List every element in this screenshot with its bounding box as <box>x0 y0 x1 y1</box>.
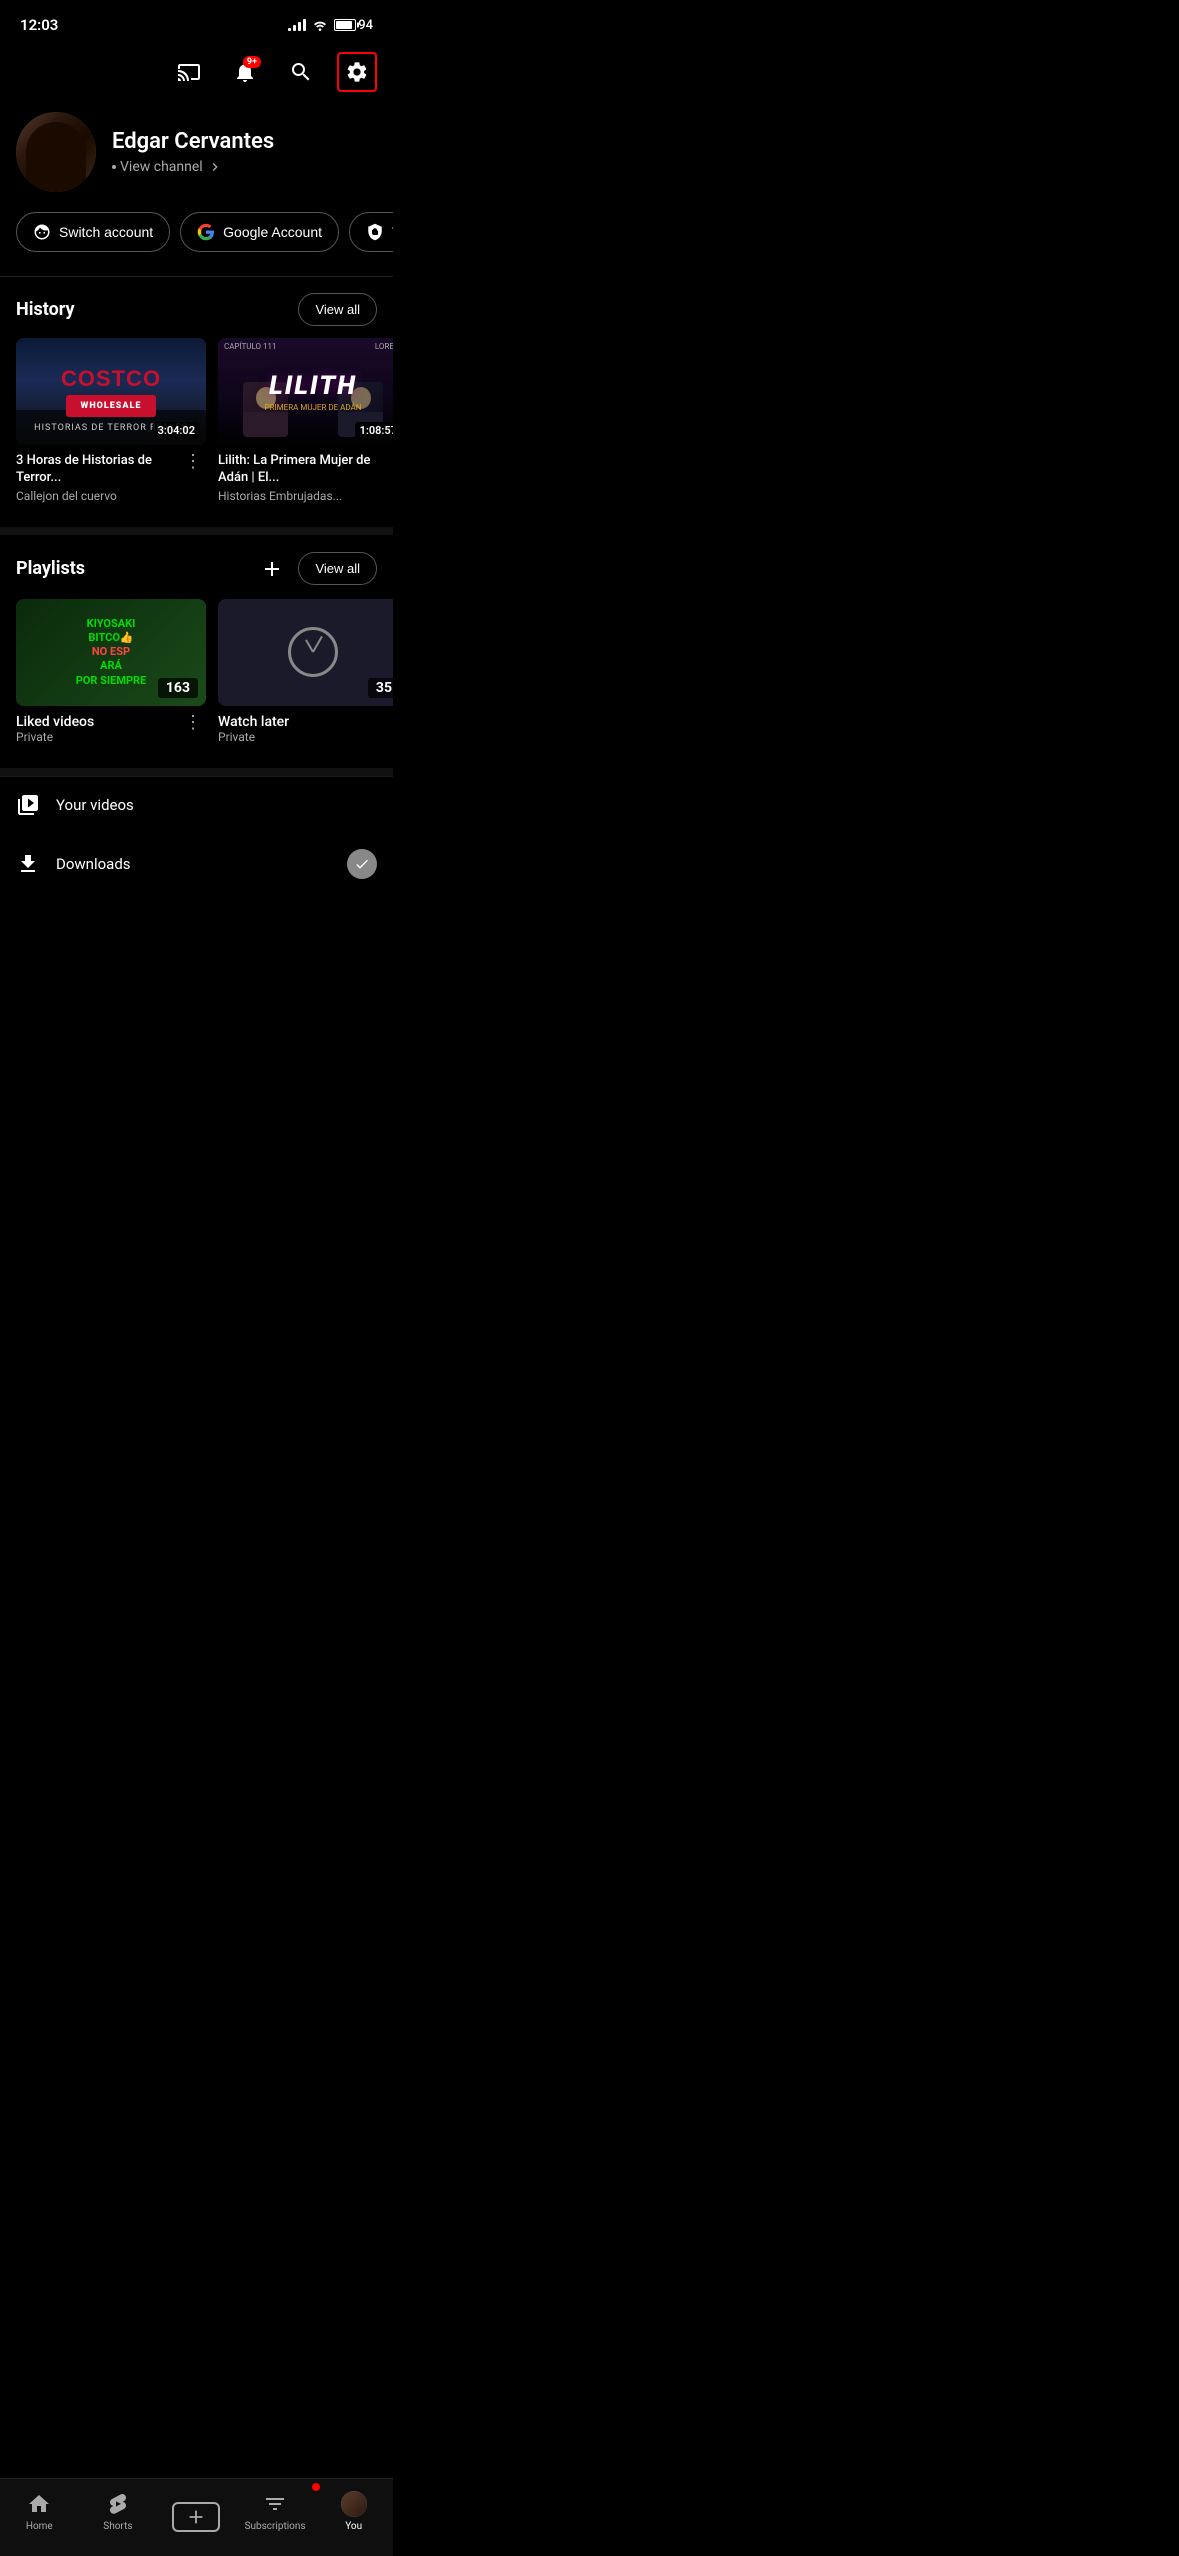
playlist-card[interactable]: KIYOSAKIBITCO👍NO ESPARÁPOR SIEMPRE 163 L… <box>16 599 206 744</box>
video-info: 3 Horas de Historias de Terror... Callej… <box>16 453 206 503</box>
google-account-label: Google Account <box>223 224 322 240</box>
shorts-icon <box>105 2491 131 2517</box>
history-video-card[interactable]: LILITH PRIMERA MUJER DE ADÁN CAPÍTULO 11… <box>218 338 393 503</box>
your-videos-menu-item[interactable]: Your videos <box>0 776 393 833</box>
history-title: History <box>16 299 75 320</box>
playlists-list: KIYOSAKIBITCO👍NO ESPARÁPOR SIEMPRE 163 L… <box>0 599 393 768</box>
video-more-button[interactable]: ⋮ <box>180 453 206 471</box>
playlist-info: Watch later Private ⋮ <box>218 714 393 744</box>
wifi-icon <box>312 19 328 31</box>
playlist-card[interactable]: 35 Watch later Private ⋮ <box>218 599 393 744</box>
search-button[interactable] <box>281 52 321 92</box>
chevron-right-icon <box>207 159 223 175</box>
battery-indicator: 94 <box>334 18 373 33</box>
signal-icon <box>288 19 306 31</box>
playlist-privacy: Private <box>218 730 289 744</box>
view-channel-label: View channel <box>120 159 203 175</box>
toolbar: 9+ <box>0 44 393 100</box>
notification-badge: 9+ <box>243 56 261 68</box>
section-divider <box>0 527 393 535</box>
nav-add[interactable] <box>157 2498 236 2536</box>
you-label: You <box>345 2521 362 2532</box>
history-view-all-button[interactable]: View all <box>298 293 377 326</box>
nav-home[interactable]: Home <box>0 2487 79 2536</box>
status-icons: 94 <box>288 18 373 33</box>
nav-you[interactable]: You <box>314 2487 393 2536</box>
downloads-menu-item[interactable]: Downloads <box>0 833 393 895</box>
playlist-thumbnail: KIYOSAKIBITCO👍NO ESPARÁPOR SIEMPRE 163 <box>16 599 206 706</box>
playlist-more-button[interactable]: ⋮ <box>180 714 206 732</box>
video-more-button[interactable]: ⋮ <box>382 453 393 471</box>
turn-on-incognito-label: Turn on Inc <box>392 224 393 240</box>
video-duration: 3:04:02 <box>153 422 200 439</box>
dot-decorator <box>112 165 116 169</box>
downloads-label: Downloads <box>56 855 331 873</box>
battery-level: 94 <box>358 18 373 33</box>
add-icon <box>260 557 284 581</box>
playlist-count: 35 <box>368 678 393 698</box>
play-icon <box>16 793 40 817</box>
switch-account-button[interactable]: Switch account <box>16 212 170 252</box>
playlist-privacy: Private <box>16 730 94 744</box>
incognito-icon <box>366 223 384 241</box>
home-label: Home <box>26 2521 53 2532</box>
avatar[interactable] <box>16 112 96 192</box>
video-channel: Historias Embrujadas... <box>218 489 382 503</box>
history-section-header: History View all <box>0 277 393 338</box>
your-videos-label: Your videos <box>56 796 377 814</box>
turn-on-incognito-button[interactable]: Turn on Inc <box>349 212 393 252</box>
subscriptions-icon <box>262 2491 288 2517</box>
video-channel: Callejon del cuervo <box>16 489 180 503</box>
profile-name: Edgar Cervantes <box>112 129 377 155</box>
playlist-title: Liked videos <box>16 714 94 730</box>
bottom-navigation: Home Shorts Subscriptions <box>0 2478 393 2556</box>
nav-shorts[interactable]: Shorts <box>79 2487 158 2536</box>
add-playlist-button[interactable] <box>254 551 290 587</box>
home-icon <box>26 2491 52 2517</box>
profile-section: Edgar Cervantes View channel <box>0 100 393 212</box>
switch-account-label: Switch account <box>59 224 153 240</box>
cast-button[interactable] <box>169 52 209 92</box>
settings-button[interactable] <box>337 52 377 92</box>
view-channel-link[interactable]: View channel <box>112 159 377 175</box>
video-title: 3 Horas de Historias de Terror... <box>16 453 180 487</box>
video-thumbnail: LILITH PRIMERA MUJER DE ADÁN CAPÍTULO 11… <box>218 338 393 445</box>
playlist-count: 163 <box>158 678 198 698</box>
add-content-icon <box>172 2502 220 2532</box>
history-video-card[interactable]: COSTCO WHOLESALE HISTORIAS DE TERROR REA… <box>16 338 206 503</box>
switch-account-icon <box>33 223 51 241</box>
video-info: Lilith: La Primera Mujer de Adán | El...… <box>218 453 393 503</box>
google-icon <box>197 223 215 241</box>
downloads-status-icon <box>347 849 377 879</box>
playlist-more-button[interactable]: ⋮ <box>382 714 393 732</box>
you-icon <box>341 2491 367 2517</box>
account-actions: Switch account Google Account Turn on In… <box>0 212 393 276</box>
video-duration: 1:08:57 <box>355 422 393 439</box>
playlist-title: Watch later <box>218 714 289 730</box>
playlists-section-header: Playlists View all <box>0 535 393 599</box>
subscriptions-label: Subscriptions <box>245 2521 306 2532</box>
nav-subscriptions[interactable]: Subscriptions <box>236 2487 315 2536</box>
video-title: Lilith: La Primera Mujer de Adán | El... <box>218 453 382 487</box>
download-icon <box>16 852 40 876</box>
profile-info: Edgar Cervantes View channel <box>112 129 377 175</box>
playlist-thumbnail: 35 <box>218 599 393 706</box>
playlist-info: Liked videos Private ⋮ <box>16 714 206 744</box>
video-thumbnail: COSTCO WHOLESALE HISTORIAS DE TERROR REA… <box>16 338 206 445</box>
history-video-list: COSTCO WHOLESALE HISTORIAS DE TERROR REA… <box>0 338 393 527</box>
status-bar: 12:03 94 <box>0 0 393 44</box>
playlists-title: Playlists <box>16 558 246 579</box>
playlists-view-all-button[interactable]: View all <box>298 552 377 585</box>
notifications-button[interactable]: 9+ <box>225 52 265 92</box>
shorts-label: Shorts <box>103 2521 132 2532</box>
google-account-button[interactable]: Google Account <box>180 212 339 252</box>
section-divider-2 <box>0 768 393 776</box>
status-time: 12:03 <box>20 16 58 34</box>
